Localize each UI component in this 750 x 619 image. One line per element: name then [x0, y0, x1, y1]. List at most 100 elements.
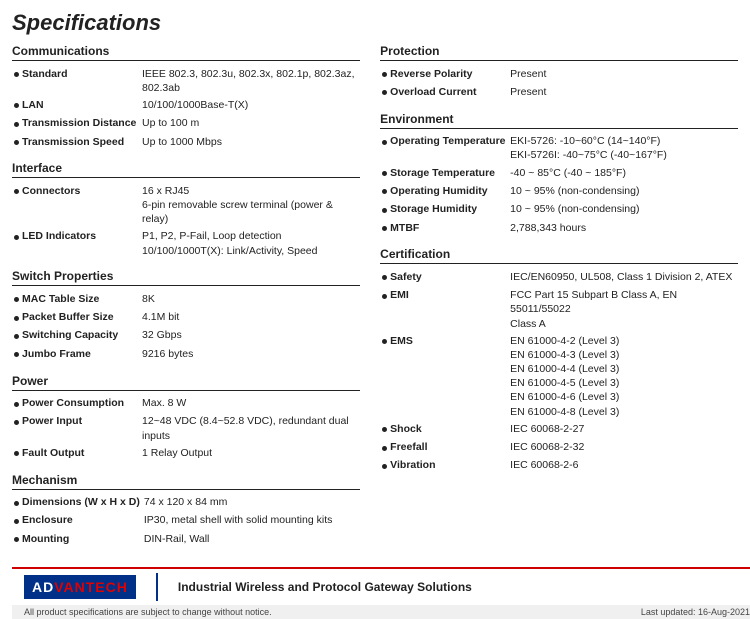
table-row: EMSEN 61000-4-2 (Level 3)EN 61000-4-3 (L… — [380, 332, 738, 420]
table-row: Packet Buffer Size4.1M bit — [12, 309, 360, 327]
bullet-icon — [382, 427, 387, 432]
bullet-icon — [14, 334, 19, 339]
table-row: Transmission DistanceUp to 100 m — [12, 115, 360, 133]
spec-value: 2,788,343 hours — [508, 219, 738, 237]
spec-value: 10/100/1000Base-T(X) — [140, 96, 360, 114]
bullet-icon — [14, 537, 19, 542]
spec-value: IEC 60068-2-32 — [508, 439, 738, 457]
page-wrapper: Specifications CommunicationsStandardIEE… — [0, 0, 750, 619]
spec-value: 12~48 VDC (8.4~52.8 VDC), redundant dual… — [140, 413, 360, 444]
spec-label: Power Input — [20, 413, 140, 444]
bullet-icon — [14, 235, 19, 240]
spec-label: Connectors — [20, 182, 140, 228]
footer-main: ADVANTECH Industrial Wireless and Protoc… — [12, 569, 750, 605]
spec-label: Standard — [20, 65, 140, 96]
spec-value: IEEE 802.3, 802.3u, 802.3x, 802.1p, 802.… — [140, 65, 360, 96]
left-column: CommunicationsStandardIEEE 802.3, 802.3u… — [12, 44, 370, 549]
table-row: Transmission SpeedUp to 1000 Mbps — [12, 133, 360, 151]
section-title-switch-properties: Switch Properties — [12, 269, 360, 286]
spec-label: Enclosure — [20, 512, 142, 530]
bullet-icon — [382, 446, 387, 451]
right-column: ProtectionReverse PolarityPresentOverloa… — [370, 44, 738, 549]
spec-label: Power Consumption — [20, 395, 140, 413]
spec-table-switch-properties: MAC Table Size8KPacket Buffer Size4.1M b… — [12, 290, 360, 363]
spec-table-mechanism: Dimensions (W x H x D)74 x 120 x 84 mmEn… — [12, 494, 360, 549]
spec-value: 9216 bytes — [140, 345, 360, 363]
spec-value: 32 Gbps — [140, 327, 360, 345]
spec-table-communications: StandardIEEE 802.3, 802.3u, 802.3x, 802.… — [12, 65, 360, 151]
spec-label: Freefall — [388, 439, 508, 457]
table-row: Overload CurrentPresent — [380, 83, 738, 101]
bullet-icon — [382, 208, 387, 213]
bullet-icon — [14, 297, 19, 302]
spec-value: 1 Relay Output — [140, 444, 360, 462]
spec-label: Switching Capacity — [20, 327, 140, 345]
table-row: Power Input12~48 VDC (8.4~52.8 VDC), red… — [12, 413, 360, 444]
bullet-icon — [14, 189, 19, 194]
table-row: Storage Humidity10 ~ 95% (non-condensing… — [380, 201, 738, 219]
advantech-logo: ADVANTECH — [24, 575, 136, 599]
two-col-layout: CommunicationsStandardIEEE 802.3, 802.3u… — [12, 44, 738, 549]
spec-label: Transmission Distance — [20, 115, 140, 133]
spec-value: 10 ~ 95% (non-condensing) — [508, 182, 738, 200]
bullet-icon — [382, 226, 387, 231]
table-row: Storage Temperature-40 ~ 85°C (-40 ~ 185… — [380, 164, 738, 182]
bullet-icon — [14, 501, 19, 506]
bullet-icon — [14, 122, 19, 127]
spec-value: 4.1M bit — [140, 309, 360, 327]
spec-label: MTBF — [388, 219, 508, 237]
bullet-icon — [14, 451, 19, 456]
bullet-icon — [14, 72, 19, 77]
spec-table-power: Power ConsumptionMax. 8 WPower Input12~4… — [12, 395, 360, 463]
bullet-icon — [382, 72, 387, 77]
bullet-icon — [382, 339, 387, 344]
bullet-icon — [14, 519, 19, 524]
spec-label: Packet Buffer Size — [20, 309, 140, 327]
table-row: EMIFCC Part 15 Subpart B Class A, EN 550… — [380, 287, 738, 333]
spec-value: 8K — [140, 290, 360, 308]
spec-table-certification: SafetyIEC/EN60950, UL508, Class 1 Divisi… — [380, 268, 738, 475]
spec-label: Storage Humidity — [388, 201, 508, 219]
spec-label: Overload Current — [388, 83, 508, 101]
table-row: Power ConsumptionMax. 8 W — [12, 395, 360, 413]
spec-value: -40 ~ 85°C (-40 ~ 185°F) — [508, 164, 738, 182]
table-row: Operating Humidity10 ~ 95% (non-condensi… — [380, 182, 738, 200]
spec-label: EMI — [388, 287, 508, 333]
footer: ADVANTECH Industrial Wireless and Protoc… — [12, 567, 750, 619]
footer-tagline: Industrial Wireless and Protocol Gateway… — [178, 580, 472, 594]
spec-value: 16 x RJ456-pin removable screw terminal … — [140, 182, 360, 228]
spec-label: Transmission Speed — [20, 133, 140, 151]
bullet-icon — [382, 294, 387, 299]
footer-updated: Last updated: 16-Aug-2021 — [641, 607, 750, 617]
bullet-icon — [14, 402, 19, 407]
spec-label: Operating Temperature — [388, 133, 508, 164]
spec-value: Max. 8 W — [140, 395, 360, 413]
spec-table-protection: Reverse PolarityPresentOverload CurrentP… — [380, 65, 738, 102]
spec-value: FCC Part 15 Subpart B Class A, EN 55011/… — [508, 287, 738, 333]
spec-label: Storage Temperature — [388, 164, 508, 182]
section-title-power: Power — [12, 374, 360, 391]
spec-label: Safety — [388, 268, 508, 286]
spec-value: IEC 60068-2-27 — [508, 420, 738, 438]
table-row: LAN10/100/1000Base-T(X) — [12, 96, 360, 114]
spec-value: Present — [508, 83, 738, 101]
spec-label: Shock — [388, 420, 508, 438]
spec-label: Reverse Polarity — [388, 65, 508, 83]
bullet-icon — [382, 275, 387, 280]
spec-value: 10 ~ 95% (non-condensing) — [508, 201, 738, 219]
spec-value: Up to 100 m — [140, 115, 360, 133]
spec-value: IEC/EN60950, UL508, Class 1 Division 2, … — [508, 268, 738, 286]
table-row: Operating TemperatureEKI-5726: -10~60°C … — [380, 133, 738, 164]
table-row: Reverse PolarityPresent — [380, 65, 738, 83]
bullet-icon — [382, 189, 387, 194]
spec-label: LAN — [20, 96, 140, 114]
bullet-icon — [382, 90, 387, 95]
table-row: LED IndicatorsP1, P2, P-Fail, Loop detec… — [12, 228, 360, 259]
table-row: SafetyIEC/EN60950, UL508, Class 1 Divisi… — [380, 268, 738, 286]
page-title: Specifications — [12, 10, 738, 36]
table-row: StandardIEEE 802.3, 802.3u, 802.3x, 802.… — [12, 65, 360, 96]
table-row: Fault Output1 Relay Output — [12, 444, 360, 462]
table-row: MAC Table Size8K — [12, 290, 360, 308]
bullet-icon — [14, 352, 19, 357]
table-row: FreefallIEC 60068-2-32 — [380, 439, 738, 457]
